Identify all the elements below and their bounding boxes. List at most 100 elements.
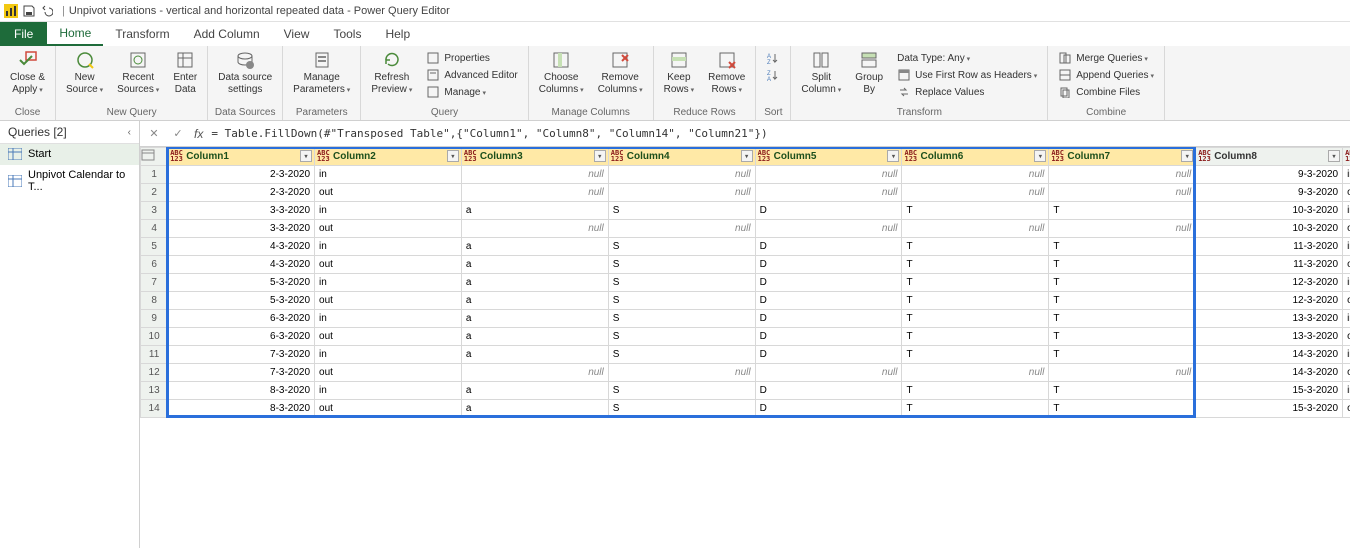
cell[interactable]: T	[1049, 202, 1196, 220]
cell[interactable]: null	[755, 184, 902, 202]
manage-parameters-button[interactable]: Manage Parameters	[287, 48, 356, 104]
cell[interactable]: in	[1343, 310, 1350, 328]
data-source-settings-button[interactable]: Data source settings	[212, 48, 278, 104]
cell[interactable]: out	[315, 328, 462, 346]
cell[interactable]: in	[1343, 166, 1350, 184]
cell[interactable]: null	[902, 220, 1049, 238]
cell[interactable]: D	[755, 274, 902, 292]
cell[interactable]: null	[902, 166, 1049, 184]
cell[interactable]: null	[461, 184, 608, 202]
filter-dropdown-icon[interactable]: ▾	[1181, 150, 1193, 162]
cell[interactable]: in	[315, 202, 462, 220]
cell[interactable]: a	[461, 202, 608, 220]
cell[interactable]: in	[1343, 346, 1350, 364]
new-source-button[interactable]: New Source	[60, 48, 109, 104]
cell[interactable]: out	[1343, 220, 1350, 238]
row-number[interactable]: 2	[141, 184, 168, 202]
cell[interactable]: in	[1343, 274, 1350, 292]
cell[interactable]: 13-3-2020	[1196, 310, 1343, 328]
cell[interactable]: D	[755, 382, 902, 400]
row-number[interactable]: 13	[141, 382, 168, 400]
cell[interactable]: null	[1049, 220, 1196, 238]
cell[interactable]: 8-3-2020	[168, 400, 315, 418]
cell[interactable]: null	[902, 364, 1049, 382]
cell[interactable]: D	[755, 238, 902, 256]
column-header[interactable]: ABC123Column7▾	[1049, 148, 1196, 166]
cell[interactable]: S	[608, 328, 755, 346]
cell[interactable]: T	[902, 256, 1049, 274]
cell[interactable]: a	[461, 274, 608, 292]
filter-dropdown-icon[interactable]: ▾	[594, 150, 606, 162]
row-number[interactable]: 7	[141, 274, 168, 292]
tab-transform[interactable]: Transform	[103, 22, 181, 46]
column-header[interactable]: ABC123Column1▾	[168, 148, 315, 166]
column-header[interactable]: ABC123Column6▾	[902, 148, 1049, 166]
recent-sources-button[interactable]: Recent Sources	[111, 48, 165, 104]
cell[interactable]: T	[1049, 310, 1196, 328]
cell[interactable]: 15-3-2020	[1196, 400, 1343, 418]
cell[interactable]: out	[1343, 292, 1350, 310]
tab-file[interactable]: File	[0, 22, 47, 46]
cell[interactable]: null	[608, 364, 755, 382]
cell[interactable]: 11-3-2020	[1196, 256, 1343, 274]
tab-home[interactable]: Home	[47, 22, 103, 46]
cell[interactable]: T	[902, 346, 1049, 364]
collapse-queries-icon[interactable]: ‹	[128, 127, 131, 138]
filter-dropdown-icon[interactable]: ▾	[447, 150, 459, 162]
cell[interactable]: in	[1343, 238, 1350, 256]
cell[interactable]: out	[315, 400, 462, 418]
cell[interactable]: D	[755, 256, 902, 274]
properties-button[interactable]: Properties	[424, 50, 519, 66]
cell[interactable]: out	[315, 364, 462, 382]
cell[interactable]: T	[1049, 256, 1196, 274]
filter-dropdown-icon[interactable]: ▾	[1034, 150, 1046, 162]
row-number[interactable]: 12	[141, 364, 168, 382]
use-first-row-button[interactable]: Use First Row as Headers	[895, 67, 1039, 83]
tab-tools[interactable]: Tools	[321, 22, 373, 46]
cell[interactable]: in	[315, 274, 462, 292]
cell[interactable]: T	[902, 292, 1049, 310]
cell[interactable]: 7-3-2020	[168, 364, 315, 382]
close-apply-button[interactable]: Close & Apply	[4, 48, 51, 104]
cell[interactable]: 12-3-2020	[1196, 292, 1343, 310]
row-number[interactable]: 6	[141, 256, 168, 274]
column-header[interactable]: ABC123Column9▾	[1343, 148, 1350, 166]
filter-dropdown-icon[interactable]: ▾	[887, 150, 899, 162]
cell[interactable]: D	[755, 328, 902, 346]
cell[interactable]: out	[1343, 328, 1350, 346]
cell[interactable]: null	[608, 220, 755, 238]
cell[interactable]: T	[902, 310, 1049, 328]
sort-asc-button[interactable]: AZ	[764, 50, 782, 66]
cell[interactable]: in	[315, 382, 462, 400]
cell[interactable]: S	[608, 346, 755, 364]
cell[interactable]: a	[461, 292, 608, 310]
cell[interactable]: T	[902, 202, 1049, 220]
cell[interactable]: a	[461, 310, 608, 328]
cell[interactable]: 9-3-2020	[1196, 166, 1343, 184]
enter-data-button[interactable]: Enter Data	[167, 48, 203, 104]
cancel-formula-icon[interactable]: ✕	[146, 126, 162, 142]
cell[interactable]: out	[315, 220, 462, 238]
cell[interactable]: 9-3-2020	[1196, 184, 1343, 202]
cell[interactable]: out	[315, 256, 462, 274]
cell[interactable]: in	[1343, 202, 1350, 220]
cell[interactable]: T	[902, 274, 1049, 292]
cell[interactable]: a	[461, 256, 608, 274]
cell[interactable]: 4-3-2020	[168, 238, 315, 256]
cell[interactable]: 12-3-2020	[1196, 274, 1343, 292]
sort-desc-button[interactable]: ZA	[764, 67, 782, 83]
cell[interactable]: D	[755, 310, 902, 328]
cell[interactable]: in	[315, 166, 462, 184]
column-header[interactable]: ABC123Column5▾	[755, 148, 902, 166]
cell[interactable]: S	[608, 310, 755, 328]
row-number[interactable]: 10	[141, 328, 168, 346]
cell[interactable]: in	[315, 310, 462, 328]
save-icon[interactable]	[22, 4, 36, 18]
data-type-button[interactable]: Data Type: Any	[895, 50, 1039, 66]
cell[interactable]: null	[461, 220, 608, 238]
query-item-start[interactable]: Start	[0, 144, 139, 165]
cell[interactable]: 3-3-2020	[168, 220, 315, 238]
cell[interactable]: T	[1049, 238, 1196, 256]
column-header[interactable]: ABC123Column3▾	[461, 148, 608, 166]
cell[interactable]: T	[902, 400, 1049, 418]
